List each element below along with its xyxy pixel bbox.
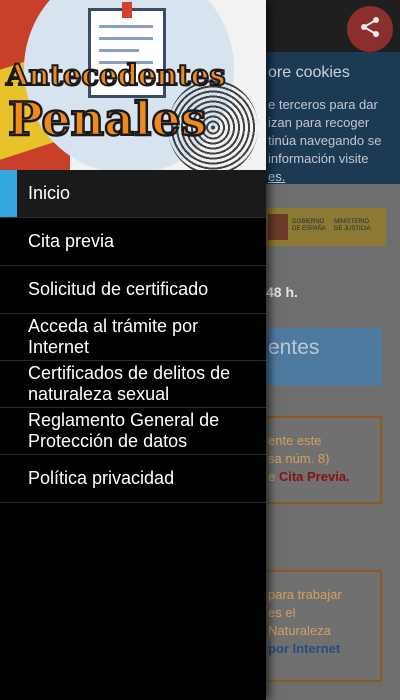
menu-item-label: Política privacidad xyxy=(28,468,175,488)
drawer-menu: Inicio Cita previa Solicitud de certific… xyxy=(0,170,266,503)
menu-item-inicio[interactable]: Inicio xyxy=(0,170,266,218)
menu-item-label: Cita previa xyxy=(28,231,115,251)
menu-item-delitos-sexuales[interactable]: Certificados de delitos de naturaleza se… xyxy=(0,361,266,408)
menu-item-tramite-internet[interactable]: Acceda al trámite por Internet xyxy=(0,314,266,361)
menu-item-politica-privacidad[interactable]: Política privacidad xyxy=(0,455,266,503)
navigation-drawer: Antecedentes Penales Inicio Cita previa … xyxy=(0,0,266,700)
cita-previa-link[interactable]: Cita Previa. xyxy=(279,469,350,484)
internet-link[interactable]: por Internet xyxy=(268,640,380,658)
menu-item-cita-previa[interactable]: Cita previa xyxy=(0,218,266,266)
info-box-internet-text: para trabajar es el Naturaleza por Inter… xyxy=(268,586,380,658)
cookie-line: tinúa navegando se xyxy=(268,133,382,148)
coat-of-arms-icon xyxy=(268,214,288,240)
cookie-title: ore cookies xyxy=(268,64,350,81)
cookie-link[interactable]: es. xyxy=(268,168,398,186)
header-title-line1: Antecedentes xyxy=(5,57,227,93)
banner-text: entes xyxy=(268,336,320,359)
info-prefix: e xyxy=(268,469,279,484)
info-line: para trabajar xyxy=(268,587,342,602)
active-indicator xyxy=(0,170,17,217)
info-box-cita-text: ente este sa núm. 8) e Cita Previa. xyxy=(268,432,380,486)
info-line: es el xyxy=(268,605,296,620)
cookie-text: e terceros para dar izan para recoger ti… xyxy=(268,96,398,186)
doc-line xyxy=(99,37,153,40)
menu-item-label: Certificados de delitos de naturaleza se… xyxy=(28,363,231,404)
clip-icon xyxy=(122,2,132,18)
drawer-header-image: Antecedentes Penales xyxy=(0,0,266,170)
menu-item-label: Inicio xyxy=(28,183,71,203)
doc-line xyxy=(99,25,153,28)
info-line: sa núm. 8) xyxy=(268,451,330,466)
ministry-logo-text: MINISTERIO DE JUSTICIA xyxy=(334,219,371,232)
info-line: Naturaleza xyxy=(268,623,331,638)
cookie-line: información visite xyxy=(268,151,369,166)
cookie-line: e terceros para dar xyxy=(268,97,378,112)
doc-line xyxy=(99,49,139,52)
header-title-line2: Penales xyxy=(7,91,208,148)
menu-item-label: Solicitud de certificado xyxy=(28,279,209,299)
share-icon xyxy=(358,15,382,44)
menu-item-label: Acceda al trámite por Internet xyxy=(28,316,199,357)
gov-logo-text: GOBIERNO DE ESPAÑA xyxy=(292,219,326,232)
info-line: ente este xyxy=(268,433,322,448)
share-button[interactable] xyxy=(347,6,393,52)
cookie-line: izan para recoger xyxy=(268,115,370,130)
menu-item-solicitud-certificado[interactable]: Solicitud de certificado xyxy=(0,266,266,314)
menu-item-proteccion-datos[interactable]: Reglamento General de Protección de dato… xyxy=(0,408,266,455)
menu-item-label: Reglamento General de Protección de dato… xyxy=(28,410,220,451)
hours-text: 48 h. xyxy=(266,284,298,300)
